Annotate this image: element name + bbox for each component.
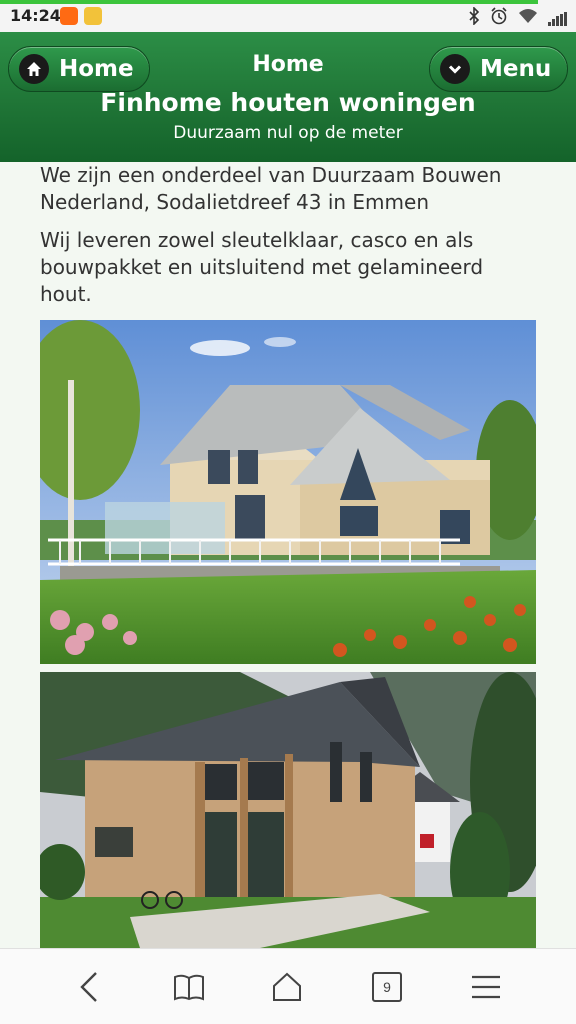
delivery-paragraph: Wij leveren zowel sleutelklaar, casco en… [40,228,484,306]
system-icons [468,6,568,30]
site-title: Finhome houten woningen [100,88,476,117]
menu-button-label: Menu [480,56,552,82]
signal-icon [548,11,568,26]
tabs-icon[interactable]: 9 [367,967,407,1007]
app-notification-icon [84,7,102,25]
chevron-down-icon [440,54,470,84]
status-bar: 14:24 [0,0,576,32]
menu-icon[interactable] [466,967,506,1007]
site-tagline: Duurzaam nul op de meter [173,123,403,143]
alarm-icon [490,7,508,30]
main-content: We zijn een onderdeel van Duurzaam Bouwe… [0,162,576,948]
app-notification-icon [60,7,78,25]
home-icon [19,54,49,84]
wifi-icon [518,8,538,29]
browser-bottom-nav: 9 [0,948,576,1024]
tab-count: 9 [383,979,391,995]
photo-wooden-house-mountains [40,672,536,948]
photo-wooden-house-with-terrace [40,320,536,664]
bluetooth-icon [468,6,480,30]
site-header: Home Home Menu Finhome houten woningen D… [0,32,576,162]
home-button[interactable]: Home [8,46,150,92]
intro-paragraph: We zijn een onderdeel van Duurzaam Bouwe… [40,163,502,214]
status-time: 14:24 [10,6,61,25]
home-icon[interactable] [267,967,307,1007]
back-icon[interactable] [70,967,110,1007]
page-load-progress [0,0,538,4]
bookmarks-icon[interactable] [169,967,209,1007]
menu-button[interactable]: Menu [429,46,568,92]
home-button-label: Home [59,56,134,82]
